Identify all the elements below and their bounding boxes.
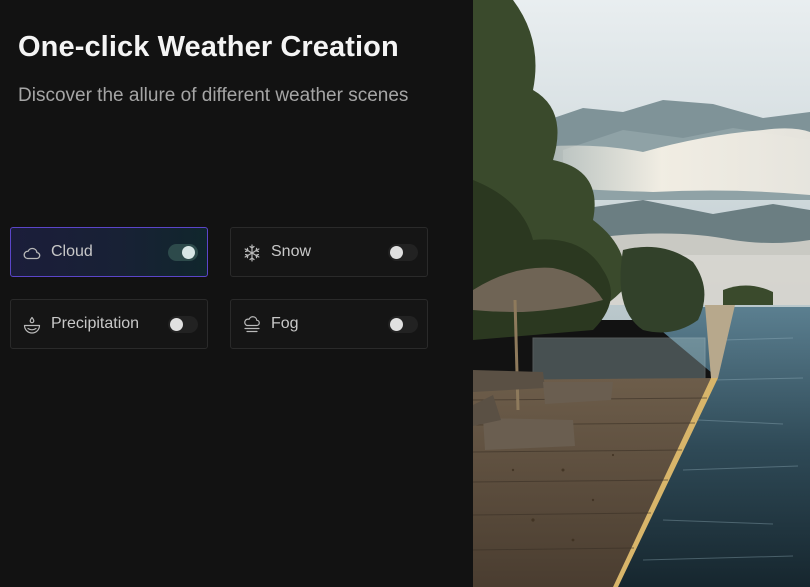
toggle-knob <box>182 246 195 259</box>
toggle-knob <box>170 318 183 331</box>
page-title: One-click Weather Creation <box>18 31 399 63</box>
weather-scene-preview <box>473 0 810 587</box>
toggle-knob <box>390 246 403 259</box>
cloud-icon <box>22 243 42 263</box>
weather-option-label: Fog <box>271 315 299 332</box>
cloud-toggle[interactable] <box>168 244 198 261</box>
weather-option-label: Precipitation <box>51 315 140 332</box>
weather-option-snow[interactable]: Snow <box>230 227 428 277</box>
snowflake-icon <box>242 243 262 263</box>
weather-option-label: Snow <box>271 243 312 260</box>
fog-toggle[interactable] <box>388 316 418 333</box>
fog-icon <box>242 315 262 335</box>
precipitation-icon <box>22 315 42 335</box>
weather-option-fog[interactable]: Fog <box>230 299 428 349</box>
precipitation-toggle[interactable] <box>168 316 198 333</box>
snow-toggle[interactable] <box>388 244 418 261</box>
weather-panel: One-click Weather Creation Discover the … <box>0 0 473 587</box>
toggle-knob <box>390 318 403 331</box>
weather-option-precipitation[interactable]: Precipitation <box>10 299 208 349</box>
weather-option-cloud[interactable]: Cloud <box>10 227 208 277</box>
weather-option-label: Cloud <box>51 243 93 260</box>
page-subtitle: Discover the allure of different weather… <box>18 85 409 106</box>
